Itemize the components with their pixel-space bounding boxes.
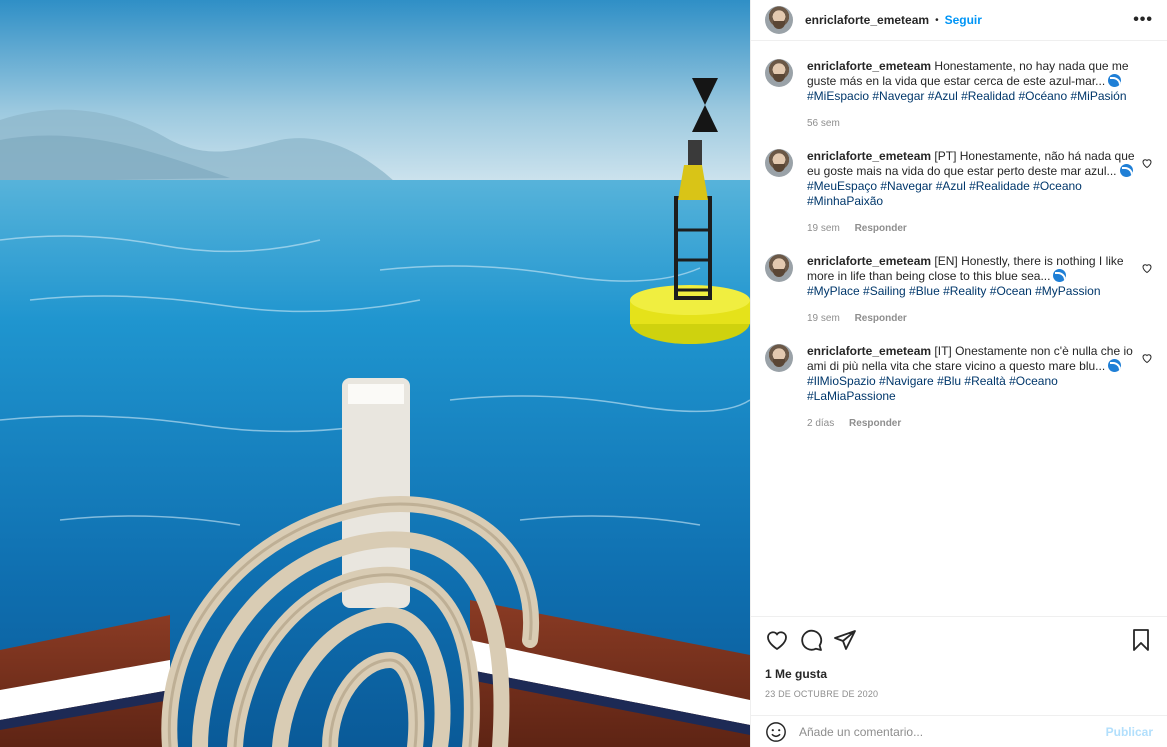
comment-heart-icon[interactable] [1141,352,1153,364]
comment-username[interactable]: enriclaforte_emeteam [807,344,931,358]
wave-emoji-icon [1108,359,1122,372]
comment-meta: 19 sem Responder [807,221,1137,236]
comment-time: 19 sem [807,223,840,234]
comment-heart-icon[interactable] [1141,157,1153,169]
list-item: enriclaforte_emeteam Honestamente, no ha… [765,59,1153,131]
comment-input[interactable] [799,724,1106,739]
wave-emoji-icon [1119,164,1133,177]
avatar[interactable] [765,6,793,34]
avatar[interactable] [765,254,793,282]
avatar[interactable] [765,149,793,177]
post-header: enriclaforte_emeteam • Seguir ••• [751,0,1167,41]
comment-meta: 2 días Responder [807,416,1137,431]
action-icons [765,627,1153,653]
comment-hashtags[interactable]: #IlMioSpazio #Navigare #Blu #Realtà #Oce… [807,374,1058,403]
follow-button[interactable]: Seguir [945,13,982,27]
comment-hashtags[interactable]: #MyPlace #Sailing #Blue #Reality #Ocean … [807,284,1101,298]
comment-meta: 56 sem [807,116,1137,131]
comment-time: 2 días [807,418,835,429]
reply-button[interactable]: Responder [849,418,901,429]
comment-username[interactable]: enriclaforte_emeteam [807,149,931,163]
comment-hashtags[interactable]: #MiEspacio #Navegar #Azul #Realidad #Océ… [807,89,1127,103]
comment-body: enriclaforte_emeteam Honestamente, no ha… [807,59,1137,131]
comment-meta: 19 sem Responder [807,311,1137,326]
comment-heart-icon[interactable] [1141,262,1153,274]
comment-hashtags[interactable]: #MeuEspaço #Navegar #Azul #Realidade #Oc… [807,179,1082,208]
publish-button[interactable]: Publicar [1106,725,1153,739]
reply-button[interactable]: Responder [855,313,907,324]
more-options-icon[interactable]: ••• [1133,11,1153,29]
comment-icon[interactable] [799,628,823,652]
photo-illustration [0,0,750,747]
wave-emoji-icon [1053,269,1067,282]
post-username[interactable]: enriclaforte_emeteam [805,13,929,27]
comment-body: enriclaforte_emeteam [PT] Honestamente, … [807,149,1137,236]
bookmark-icon[interactable] [1129,628,1153,652]
smiley-icon[interactable] [765,721,787,743]
list-item: enriclaforte_emeteam [EN] Honestly, ther… [765,254,1153,326]
list-item: enriclaforte_emeteam [IT] Onestamente no… [765,344,1153,431]
comment-time: 56 sem [807,118,840,129]
post-side-panel: enriclaforte_emeteam • Seguir ••• enricl… [750,0,1167,747]
paper-plane-icon[interactable] [833,628,857,652]
likes-count[interactable]: 1 Me gusta [765,667,1153,681]
heart-icon[interactable] [765,628,789,652]
list-item: enriclaforte_emeteam [PT] Honestamente, … [765,149,1153,236]
reply-button[interactable]: Responder [855,223,907,234]
comment-composer: Publicar [751,715,1167,747]
comment-username[interactable]: enriclaforte_emeteam [807,254,931,268]
comments-list: enriclaforte_emeteam Honestamente, no ha… [751,41,1167,616]
post-actions: 1 Me gusta 23 DE OCTUBRE DE 2020 Publica… [751,616,1167,747]
separator-dot: • [935,14,939,26]
avatar[interactable] [765,59,793,87]
avatar[interactable] [765,344,793,372]
comment-time: 19 sem [807,313,840,324]
comment-username[interactable]: enriclaforte_emeteam [807,59,931,73]
comment-body: enriclaforte_emeteam [EN] Honestly, ther… [807,254,1137,326]
post-photo[interactable] [0,0,750,747]
post-date: 23 DE OCTUBRE DE 2020 [765,689,879,699]
comment-body: enriclaforte_emeteam [IT] Onestamente no… [807,344,1137,431]
wave-emoji-icon [1108,74,1122,87]
